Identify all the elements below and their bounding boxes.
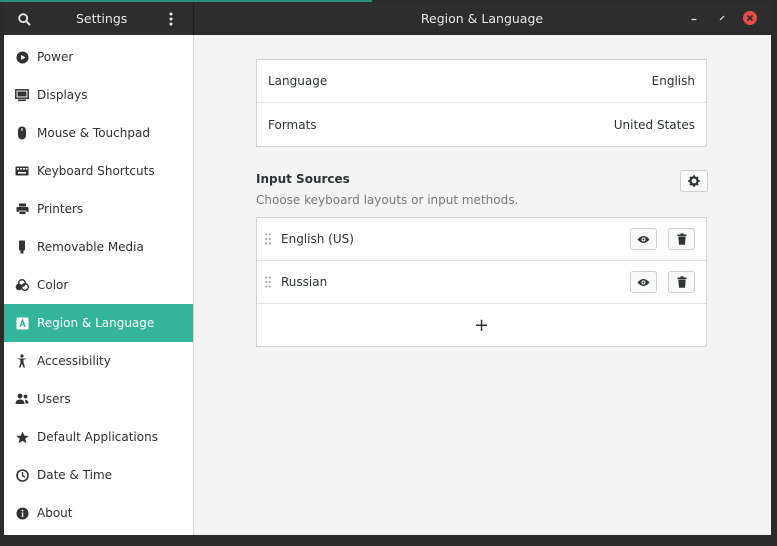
sidebar-item-printers[interactable]: Printers xyxy=(4,190,193,228)
sidebar-item-keyboard-shortcuts[interactable]: Keyboard Shortcuts xyxy=(4,152,193,190)
drag-handle-icon[interactable] xyxy=(263,232,273,246)
keyboard-icon xyxy=(15,166,29,176)
preview-layout-button[interactable] xyxy=(630,228,657,250)
sidebar-item-label: Region & Language xyxy=(37,316,155,330)
eye-icon xyxy=(637,278,650,286)
usb-drive-icon xyxy=(19,240,25,254)
header-bar: Settings Region & Language xyxy=(4,2,771,35)
clock-icon xyxy=(15,468,29,482)
sidebar-item-label: Color xyxy=(37,278,69,292)
language-row[interactable]: Language English xyxy=(257,60,706,103)
minimize-button[interactable] xyxy=(687,11,701,25)
maximize-icon xyxy=(719,15,725,21)
language-formats-panel: Language English Formats United States xyxy=(256,59,707,147)
sidebar-item-color[interactable]: Color xyxy=(4,266,193,304)
sidebar-item-label: Keyboard Shortcuts xyxy=(37,164,155,178)
settings-window: Settings Region & Language Power Display… xyxy=(4,2,771,535)
close-icon xyxy=(746,14,754,22)
sidebar-item-label: Date & Time xyxy=(37,468,113,482)
sidebar: Power Displays Mouse & Touchpad Keyboard… xyxy=(4,35,194,535)
plus-icon: + xyxy=(473,314,490,336)
sidebar-item-default-applications[interactable]: Default Applications xyxy=(4,418,193,456)
preview-layout-button[interactable] xyxy=(630,271,657,293)
formats-value: United States xyxy=(613,117,695,132)
input-source-label: Russian xyxy=(281,275,328,289)
sidebar-item-users[interactable]: Users xyxy=(4,380,193,418)
remove-source-button[interactable] xyxy=(668,228,695,250)
sidebar-item-removable-media[interactable]: Removable Media xyxy=(4,228,193,266)
accessibility-icon xyxy=(16,354,28,368)
input-sources-subtitle: Choose keyboard layouts or input methods… xyxy=(256,193,519,207)
sidebar-item-label: Accessibility xyxy=(37,354,111,368)
search-button[interactable] xyxy=(13,8,35,30)
sidebar-item-label: Printers xyxy=(37,202,84,216)
remove-source-button[interactable] xyxy=(668,271,695,293)
sidebar-item-label: Power xyxy=(37,50,74,64)
power-icon xyxy=(16,51,28,63)
gear-icon xyxy=(688,175,700,187)
info-icon xyxy=(16,507,28,519)
sidebar-item-label: About xyxy=(37,506,73,520)
formats-row[interactable]: Formats United States xyxy=(257,103,706,146)
sidebar-item-label: Removable Media xyxy=(37,240,144,254)
sidebar-item-displays[interactable]: Displays xyxy=(4,76,193,114)
sidebar-item-about[interactable]: About xyxy=(4,494,193,532)
sidebar-item-label: Default Applications xyxy=(37,430,158,444)
vertical-dots-icon xyxy=(169,12,173,26)
sidebar-item-power[interactable]: Power xyxy=(4,38,193,76)
main-menu-button[interactable] xyxy=(160,8,182,30)
mouse-icon xyxy=(18,126,26,140)
input-source-label: English (US) xyxy=(281,232,354,246)
sidebar-item-label: Displays xyxy=(37,88,88,102)
input-sources-panel: English (US) Russian + xyxy=(256,217,707,347)
close-button[interactable] xyxy=(743,11,757,25)
star-icon xyxy=(15,431,29,443)
formats-label: Formats xyxy=(268,117,317,132)
language-value: English xyxy=(651,74,695,88)
trash-icon xyxy=(677,276,686,288)
sidebar-item-accessibility[interactable]: Accessibility xyxy=(4,342,193,380)
header-left: Settings xyxy=(4,2,194,35)
region-icon xyxy=(16,317,28,329)
list-item[interactable]: Russian xyxy=(257,261,706,304)
users-icon xyxy=(15,393,29,404)
maximize-button[interactable] xyxy=(715,11,729,25)
sidebar-item-label: Mouse & Touchpad xyxy=(37,126,150,140)
sidebar-item-mouse-touchpad[interactable]: Mouse & Touchpad xyxy=(4,114,193,152)
minimize-icon xyxy=(691,18,697,21)
input-sources-title: Input Sources xyxy=(256,172,350,186)
app-title: Settings xyxy=(76,11,128,26)
page-title: Region & Language xyxy=(420,11,544,26)
printer-icon xyxy=(16,203,28,215)
add-input-source-button[interactable]: + xyxy=(257,304,706,347)
sidebar-item-date-time[interactable]: Date & Time xyxy=(4,456,193,494)
input-sources-options-button[interactable] xyxy=(680,170,708,192)
trash-icon xyxy=(677,233,686,245)
drag-handle-icon[interactable] xyxy=(263,275,273,289)
eye-icon xyxy=(637,235,650,243)
color-icon xyxy=(15,279,29,291)
display-icon xyxy=(15,88,29,101)
language-label: Language xyxy=(268,74,328,88)
sidebar-item-label: Users xyxy=(37,392,71,406)
search-icon xyxy=(17,12,31,26)
sidebar-item-region-language[interactable]: Region & Language xyxy=(4,304,193,342)
list-item[interactable]: English (US) xyxy=(257,218,706,261)
